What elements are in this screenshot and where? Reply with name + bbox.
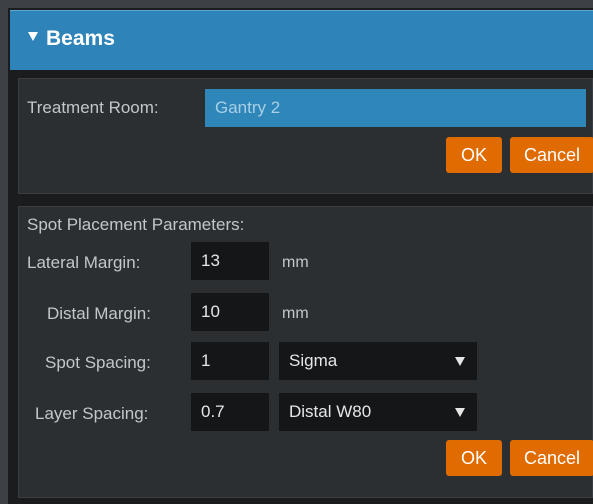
treatment-room-label: Treatment Room:: [27, 98, 159, 117]
layer-spacing-input[interactable]: 0.7: [191, 393, 269, 431]
lateral-margin-unit: mm: [282, 254, 309, 271]
layer-spacing-select[interactable]: Distal W80: [279, 393, 477, 431]
beams-title: Beams: [46, 27, 115, 50]
room-ok-button[interactable]: OK: [446, 137, 502, 173]
spot-placement-panel: Spot Placement Parameters: Lateral Margi…: [18, 206, 593, 498]
spot-spacing-select-value: Sigma: [289, 351, 338, 370]
treatment-room-field[interactable]: Gantry 2: [205, 89, 586, 127]
lateral-margin-label: Lateral Margin:: [27, 253, 141, 272]
lateral-margin-input[interactable]: 13: [191, 242, 269, 280]
beams-header[interactable]: Beams: [10, 10, 593, 70]
spot-ok-button[interactable]: OK: [446, 440, 502, 476]
layer-spacing-label: Layer Spacing:: [35, 404, 149, 423]
spot-spacing-input[interactable]: 1: [191, 342, 269, 380]
chevron-down-icon[interactable]: [455, 408, 465, 417]
treatment-room-panel: Treatment Room: Gantry 2 OK Cancel: [18, 78, 593, 194]
spot-spacing-select[interactable]: Sigma: [279, 342, 477, 380]
room-cancel-button[interactable]: Cancel: [510, 137, 593, 173]
distal-margin-input[interactable]: 10: [191, 293, 269, 331]
distal-margin-unit: mm: [282, 305, 309, 322]
collapse-caret-icon[interactable]: [28, 32, 38, 41]
chevron-down-icon[interactable]: [455, 357, 465, 366]
beams-container: Beams Treatment Room: Gantry 2 OK Cancel…: [8, 8, 593, 504]
spot-spacing-label: Spot Spacing:: [45, 353, 151, 372]
distal-margin-label: Distal Margin:: [47, 304, 151, 323]
layer-spacing-select-value: Distal W80: [289, 402, 372, 421]
spot-placement-title: Spot Placement Parameters:: [27, 215, 245, 234]
beams-window: Beams Treatment Room: Gantry 2 OK Cancel…: [0, 0, 593, 504]
spot-cancel-button[interactable]: Cancel: [510, 440, 593, 476]
